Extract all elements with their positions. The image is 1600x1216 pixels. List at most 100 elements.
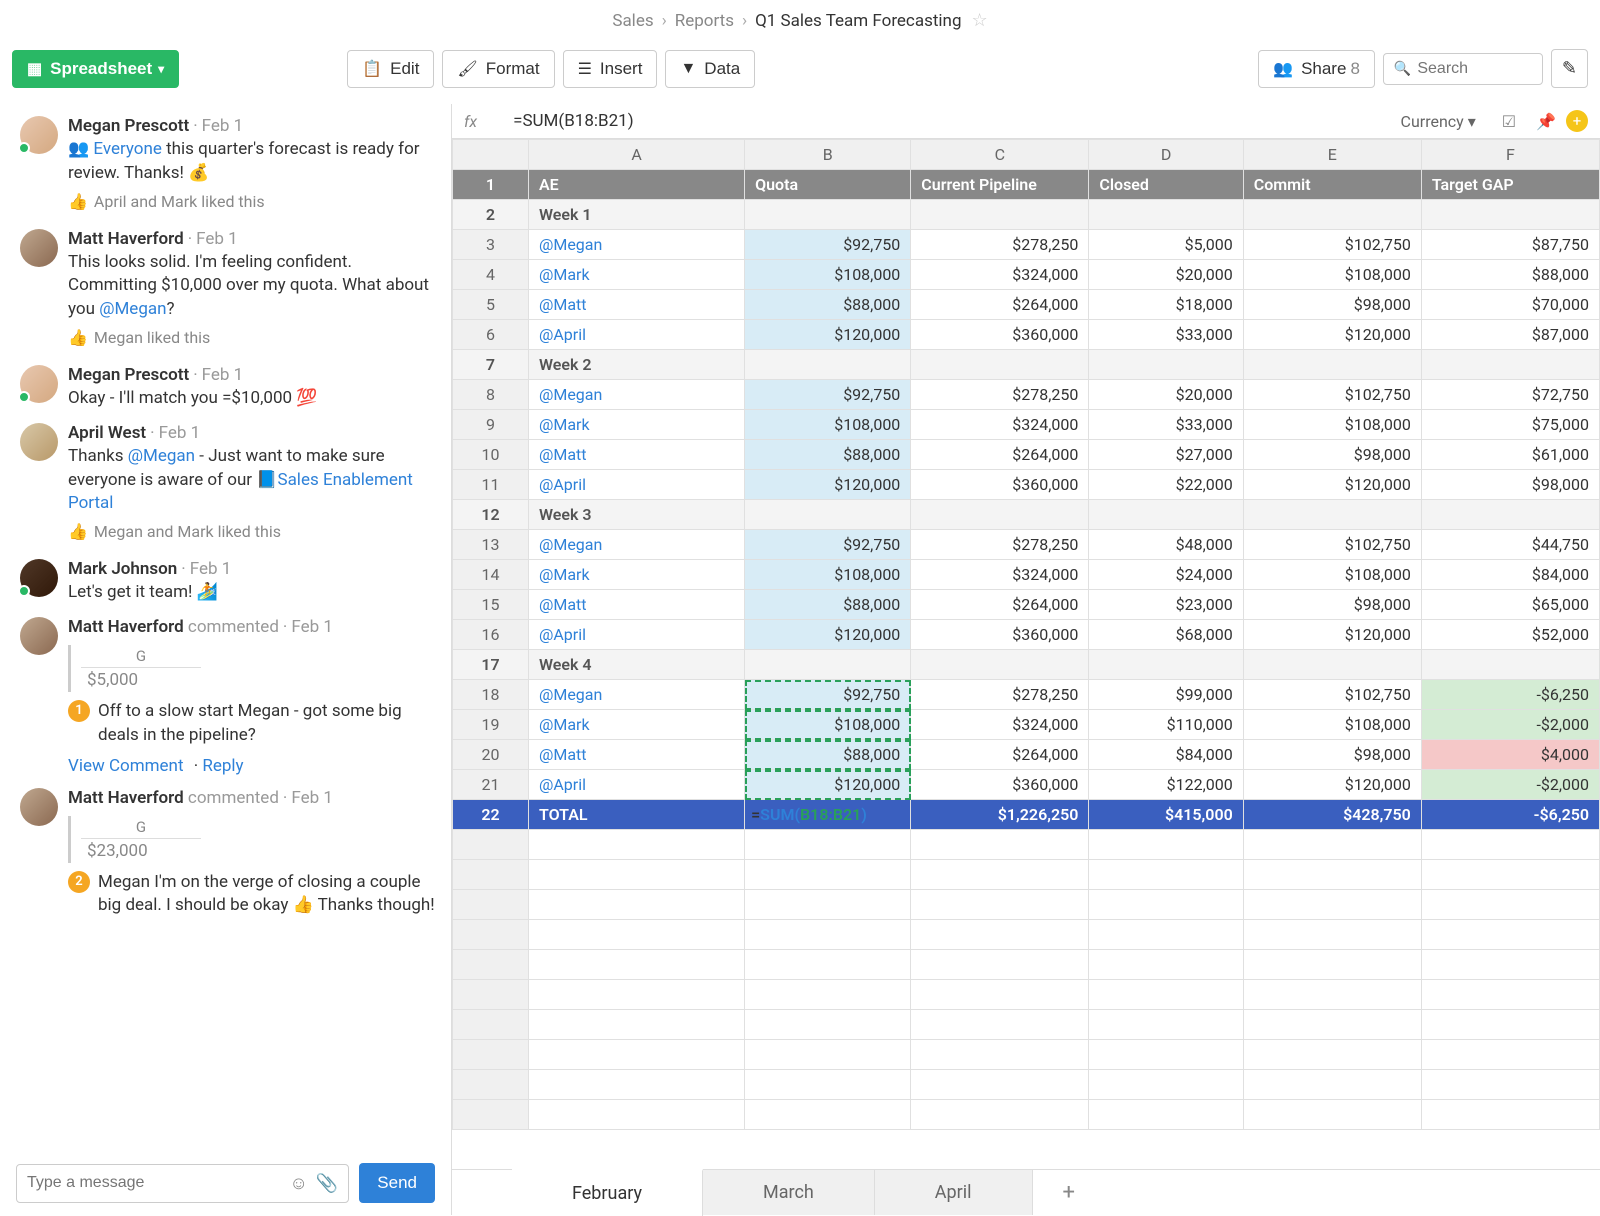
gap-cell[interactable]: $61,000 [1421, 440, 1599, 470]
cell[interactable] [911, 1070, 1089, 1100]
quota-cell[interactable]: $92,750 [745, 230, 911, 260]
ae-cell[interactable]: @Matt [528, 440, 744, 470]
active-cell[interactable]: =SUM(B18:B21) [745, 800, 911, 830]
ae-cell[interactable]: @Matt [528, 740, 744, 770]
gap-cell[interactable]: $70,000 [1421, 290, 1599, 320]
cell[interactable] [911, 1010, 1089, 1040]
cell[interactable] [1089, 950, 1243, 980]
cell[interactable] [1421, 500, 1599, 530]
cell[interactable] [1089, 980, 1243, 1010]
commit-cell[interactable]: $108,000 [1243, 410, 1421, 440]
row-header[interactable]: 22 [453, 800, 529, 830]
ae-cell[interactable]: @Mark [528, 410, 744, 440]
pipeline-cell[interactable]: $264,000 [911, 740, 1089, 770]
closed-cell[interactable]: $20,000 [1089, 260, 1243, 290]
ae-cell[interactable]: @Mark [528, 560, 744, 590]
row-header[interactable]: 8 [453, 380, 529, 410]
post-author[interactable]: Matt Haverford [68, 229, 184, 249]
commit-cell[interactable]: $102,750 [1243, 680, 1421, 710]
header-closed[interactable]: Closed [1089, 170, 1243, 200]
cell[interactable] [1421, 830, 1599, 860]
add-sheet-button[interactable]: + [1033, 1170, 1105, 1215]
row-header[interactable] [453, 830, 529, 860]
avatar[interactable] [20, 423, 58, 461]
row-header[interactable] [453, 1070, 529, 1100]
cell[interactable] [911, 500, 1089, 530]
cell[interactable] [911, 830, 1089, 860]
row-header[interactable]: 17 [453, 650, 529, 680]
total-pipeline[interactable]: $1,226,250 [911, 800, 1089, 830]
sheet-tab-april[interactable]: April [875, 1170, 1033, 1215]
avatar[interactable] [20, 788, 58, 826]
commit-cell[interactable]: $102,750 [1243, 530, 1421, 560]
row-header[interactable]: 21 [453, 770, 529, 800]
closed-cell[interactable]: $24,000 [1089, 560, 1243, 590]
search-box[interactable]: 🔍 [1383, 53, 1543, 85]
attachment-icon[interactable]: 📎 [316, 1173, 338, 1194]
cell[interactable] [1421, 1070, 1599, 1100]
sheet-tab-february[interactable]: February [512, 1169, 703, 1216]
cell[interactable] [1421, 890, 1599, 920]
pipeline-cell[interactable]: $360,000 [911, 620, 1089, 650]
col-header-E[interactable]: E [1243, 140, 1421, 170]
row-header[interactable] [453, 1100, 529, 1130]
quota-cell[interactable]: $88,000 [745, 740, 911, 770]
week-label[interactable]: Week 2 [528, 350, 744, 380]
row-header[interactable]: 19 [453, 710, 529, 740]
post-author[interactable]: April West [68, 423, 146, 443]
cell[interactable] [528, 1010, 744, 1040]
row-header[interactable]: 14 [453, 560, 529, 590]
row-header[interactable] [453, 950, 529, 980]
closed-cell[interactable]: $33,000 [1089, 410, 1243, 440]
commit-cell[interactable]: $120,000 [1243, 320, 1421, 350]
cell[interactable] [911, 860, 1089, 890]
avatar[interactable] [20, 229, 58, 267]
quota-cell[interactable]: $92,750 [745, 530, 911, 560]
ae-cell[interactable]: @April [528, 320, 744, 350]
cell[interactable] [1089, 1010, 1243, 1040]
quota-cell[interactable]: $88,000 [745, 590, 911, 620]
ae-cell[interactable]: @April [528, 620, 744, 650]
cell[interactable] [745, 860, 911, 890]
row-header[interactable] [453, 890, 529, 920]
quota-cell[interactable]: $120,000 [745, 470, 911, 500]
cell[interactable] [528, 860, 744, 890]
pipeline-cell[interactable]: $264,000 [911, 290, 1089, 320]
mention[interactable]: @Megan [128, 446, 195, 466]
gap-cell[interactable]: -$2,000 [1421, 710, 1599, 740]
cell[interactable] [911, 200, 1089, 230]
checkbox-icon[interactable]: ☑ [1502, 112, 1516, 131]
cell[interactable] [1243, 200, 1421, 230]
pipeline-cell[interactable]: $324,000 [911, 710, 1089, 740]
comment-badge[interactable]: 1 [68, 700, 90, 722]
cell-snippet[interactable]: G$23,000 [68, 816, 435, 863]
gap-cell[interactable]: $88,000 [1421, 260, 1599, 290]
row-header[interactable]: 7 [453, 350, 529, 380]
cell[interactable] [1089, 200, 1243, 230]
commit-cell[interactable]: $120,000 [1243, 620, 1421, 650]
cell[interactable] [911, 980, 1089, 1010]
cell[interactable] [745, 1010, 911, 1040]
quota-cell[interactable]: $120,000 [745, 320, 911, 350]
closed-cell[interactable]: $99,000 [1089, 680, 1243, 710]
avatar[interactable] [20, 617, 58, 655]
pipeline-cell[interactable]: $264,000 [911, 590, 1089, 620]
cell[interactable] [528, 830, 744, 860]
cell[interactable] [528, 1070, 744, 1100]
row-header[interactable]: 9 [453, 410, 529, 440]
row-header[interactable]: 2 [453, 200, 529, 230]
quota-cell[interactable]: $108,000 [745, 560, 911, 590]
quota-cell[interactable]: $120,000 [745, 620, 911, 650]
closed-cell[interactable]: $22,000 [1089, 470, 1243, 500]
header-gap[interactable]: Target GAP [1421, 170, 1599, 200]
gap-cell[interactable]: -$2,000 [1421, 770, 1599, 800]
col-header-D[interactable]: D [1089, 140, 1243, 170]
activity-feed[interactable]: Megan Prescott·Feb 1👥 Everyone this quar… [0, 104, 451, 1151]
commit-cell[interactable]: $102,750 [1243, 380, 1421, 410]
col-header-B[interactable]: B [745, 140, 911, 170]
total-label[interactable]: TOTAL [528, 800, 744, 830]
cell[interactable] [911, 890, 1089, 920]
format-dropdown[interactable]: Currency ▾ [1401, 112, 1476, 131]
share-button[interactable]: 👥 Share 8 [1258, 50, 1375, 88]
week-label[interactable]: Week 3 [528, 500, 744, 530]
